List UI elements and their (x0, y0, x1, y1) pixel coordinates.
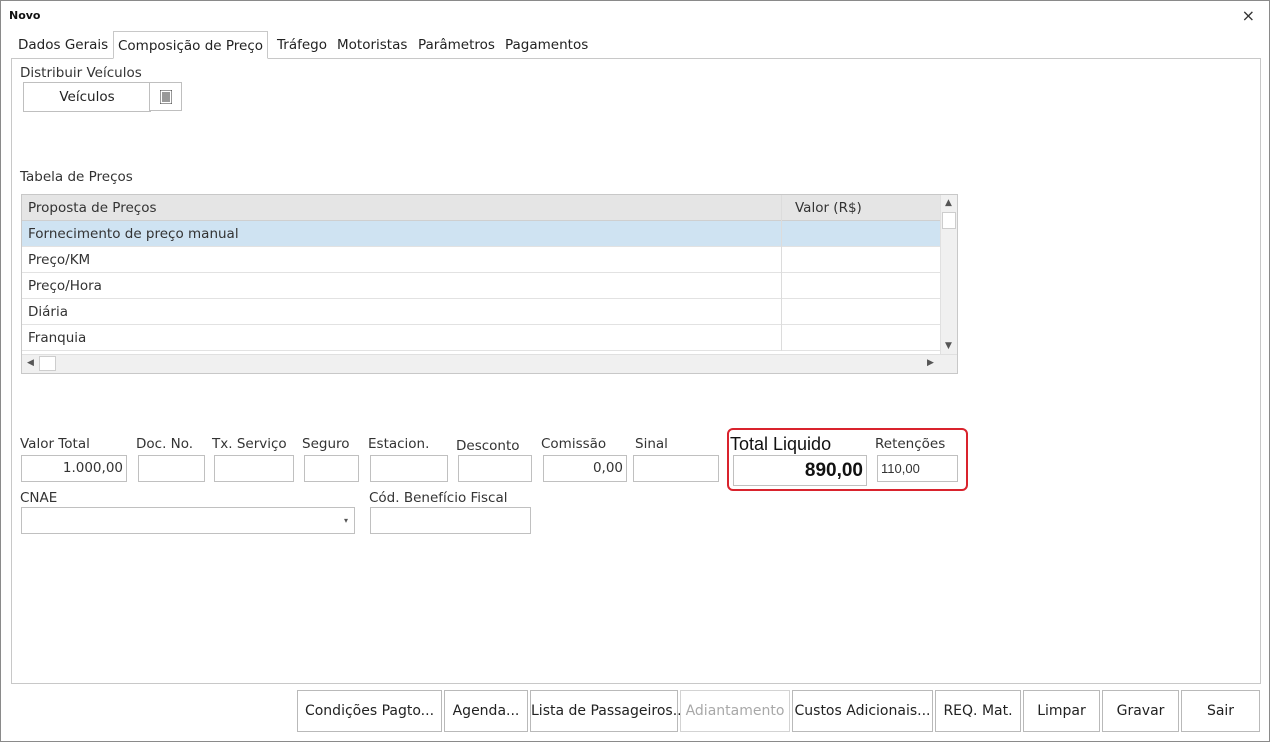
tab-parametros[interactable]: Parâmetros (414, 31, 499, 59)
retencoes-field[interactable]: 110,00 (877, 455, 958, 482)
table-header: Proposta de Preços Valor (R$) (22, 195, 941, 221)
window-title: Novo (9, 9, 41, 22)
sinal-label: Sinal (635, 436, 668, 452)
row-name: Preço/KM (28, 252, 91, 268)
comissao-label: Comissão (541, 436, 607, 452)
scroll-down-icon[interactable]: ▼ (941, 339, 956, 354)
desconto-field[interactable] (458, 455, 532, 482)
sinal-field[interactable] (633, 455, 719, 482)
custos-adicionais-button[interactable]: Custos Adicionais... (792, 690, 933, 732)
veiculos-button[interactable]: Veículos (23, 82, 151, 112)
estacion-field[interactable] (370, 455, 448, 482)
horizontal-scroll-thumb[interactable] (39, 356, 56, 371)
chevron-down-icon[interactable]: ▾ (344, 508, 348, 533)
dialog-window: Novo × Dados Gerais Composição de Preço … (0, 0, 1270, 742)
doc-no-label: Doc. No. (136, 436, 194, 452)
title-bar: Novo × (1, 1, 1269, 31)
retencoes-label: Retenções (875, 436, 946, 452)
gravar-button[interactable]: Gravar (1102, 690, 1179, 732)
price-table: Proposta de Preços Valor (R$) Fornecimen… (21, 194, 958, 374)
estacion-label: Estacion. (368, 436, 430, 452)
tx-servico-label: Tx. Serviço (212, 436, 287, 452)
cod-beneficio-field[interactable] (370, 507, 531, 534)
seguro-label: Seguro (302, 436, 350, 452)
list-icon[interactable] (149, 82, 182, 111)
lista-passageiros-button[interactable]: Lista de Passageiros... (530, 690, 686, 732)
table-row[interactable]: Diária (22, 299, 941, 325)
table-row[interactable]: Preço/Hora (22, 273, 941, 299)
req-mat-button[interactable]: REQ. Mat. (935, 690, 1021, 732)
tab-motoristas[interactable]: Motoristas (333, 31, 411, 59)
total-liquido-field[interactable]: 890,00 (733, 455, 867, 486)
tab-dados-gerais[interactable]: Dados Gerais (14, 31, 112, 59)
row-name: Diária (28, 304, 68, 320)
seguro-field[interactable] (304, 455, 359, 482)
scroll-right-icon[interactable]: ▶ (923, 356, 938, 371)
row-name: Franquia (28, 330, 87, 346)
comissao-field[interactable]: 0,00 (543, 455, 627, 482)
table-row[interactable]: Franquia (22, 325, 941, 351)
row-name: Fornecimento de preço manual (28, 226, 239, 242)
adiantamento-button: Adiantamento (680, 690, 790, 732)
scroll-left-icon[interactable]: ◀ (23, 356, 38, 371)
agenda-button[interactable]: Agenda... (444, 690, 528, 732)
table-row[interactable]: Preço/KM (22, 247, 941, 273)
cnae-select[interactable]: ▾ (21, 507, 355, 534)
column-header-valor[interactable]: Valor (R$) (795, 195, 862, 221)
cod-beneficio-label: Cód. Benefício Fiscal (369, 490, 508, 506)
distribuir-veiculos-label: Distribuir Veículos (20, 65, 142, 81)
close-icon[interactable]: × (1242, 6, 1255, 25)
limpar-button[interactable]: Limpar (1023, 690, 1100, 732)
column-separator (781, 195, 782, 351)
sair-button[interactable]: Sair (1181, 690, 1260, 732)
condicoes-pagto-button[interactable]: Condições Pagto... (297, 690, 442, 732)
column-header-proposta[interactable]: Proposta de Preços (28, 195, 156, 221)
cnae-label: CNAE (20, 490, 58, 506)
scroll-up-icon[interactable]: ▲ (941, 196, 956, 211)
total-liquido-label: Total Liquido (730, 434, 832, 454)
vertical-scroll-thumb[interactable] (942, 212, 956, 229)
tab-composicao-de-preco[interactable]: Composição de Preço (113, 31, 269, 59)
tabela-de-precos-label: Tabela de Preços (20, 169, 133, 185)
desconto-label: Desconto (456, 438, 520, 454)
doc-no-field[interactable] (138, 455, 205, 482)
vertical-scrollbar[interactable]: ▲ ▼ (940, 195, 957, 355)
row-name: Preço/Hora (28, 278, 102, 294)
tab-trafego[interactable]: Tráfego (273, 31, 331, 59)
valor-total-label: Valor Total (20, 436, 90, 452)
tab-pagamentos[interactable]: Pagamentos (501, 31, 592, 59)
horizontal-scrollbar[interactable]: ◀ ▶ (22, 354, 957, 373)
tx-servico-field[interactable] (214, 455, 294, 482)
valor-total-field[interactable]: 1.000,00 (21, 455, 127, 482)
table-row[interactable]: Fornecimento de preço manual (22, 221, 941, 247)
